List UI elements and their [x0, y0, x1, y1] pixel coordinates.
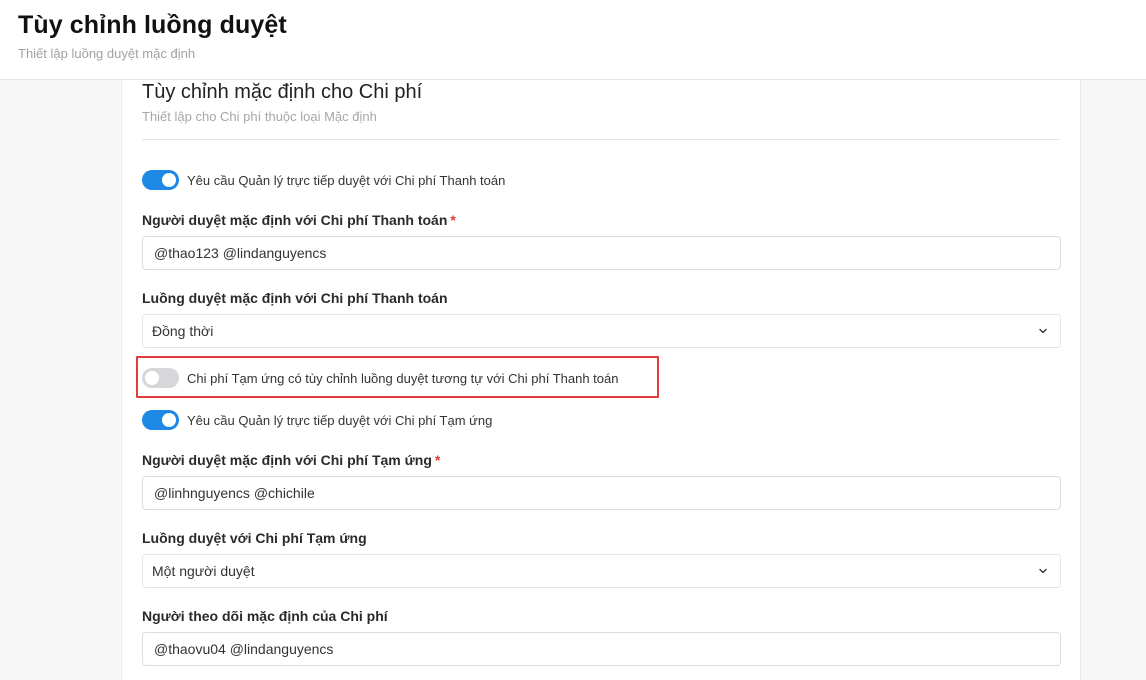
payment-flow-label: Luồng duyệt mặc định với Chi phí Thanh t…	[142, 290, 448, 306]
required-mark: *	[450, 212, 456, 228]
advance-flow-select[interactable]: Một người duyệt	[142, 554, 1061, 588]
toggle-label: Yêu cầu Quản lý trực tiếp duyệt với Chi …	[187, 172, 506, 188]
default-followers-label: Người theo dõi mặc định của Chi phí	[142, 608, 388, 624]
toggle-knob	[162, 173, 176, 187]
advance-approvers-label: Người duyệt mặc định với Chi phí Tạm ứng…	[142, 452, 440, 468]
page-header: Tùy chỉnh luồng duyệt Thiết lập luồng du…	[0, 0, 1146, 80]
toggle-row-advance-same: Chi phí Tạm ứng có tùy chỉnh luồng duyệt…	[142, 368, 618, 388]
toggle-knob	[162, 413, 176, 427]
advance-flow-value: Một người duyệt	[152, 563, 255, 579]
advance-flow-label: Luồng duyệt với Chi phí Tạm ứng	[142, 530, 367, 546]
payment-approvers-input[interactable]: @thao123 @lindanguyencs	[142, 236, 1061, 270]
card-subtitle: Thiết lập cho Chi phí thuộc loại Mặc địn…	[142, 109, 377, 124]
field-label-text: Người duyệt mặc định với Chi phí Tạm ứng	[142, 452, 432, 468]
page-title: Tùy chỉnh luồng duyệt	[18, 11, 287, 39]
toggle-row-manager-advance: Yêu cầu Quản lý trực tiếp duyệt với Chi …	[142, 410, 492, 430]
payment-flow-value: Đồng thời	[152, 323, 214, 339]
toggle-advance-same[interactable]	[142, 368, 179, 388]
toggle-label: Chi phí Tạm ứng có tùy chỉnh luồng duyệt…	[187, 370, 619, 386]
toggle-row-manager-payment: Yêu cầu Quản lý trực tiếp duyệt với Chi …	[142, 170, 505, 190]
payment-flow-select[interactable]: Đồng thời	[142, 314, 1061, 348]
required-mark: *	[434, 452, 441, 468]
default-followers-input[interactable]: @thaovu04 @lindanguyencs	[142, 632, 1061, 666]
chevron-down-icon	[1039, 328, 1047, 334]
page-subtitle: Thiết lập luồng duyệt mặc định	[18, 46, 196, 61]
toggle-manager-advance[interactable]	[142, 410, 179, 430]
payment-approvers-label: Người duyệt mặc định với Chi phí Thanh t…	[142, 212, 456, 228]
toggle-label: Yêu cầu Quản lý trực tiếp duyệt với Chi …	[187, 412, 493, 428]
toggle-manager-payment[interactable]	[142, 170, 179, 190]
advance-approvers-input[interactable]: @linhnguyencs @chichile	[142, 476, 1061, 510]
toggle-knob	[145, 371, 159, 385]
field-label-text: Người duyệt mặc định với Chi phí Thanh t…	[142, 212, 448, 228]
divider	[142, 139, 1060, 140]
settings-card: Tùy chỉnh mặc định cho Chi phí Thiết lập…	[121, 80, 1081, 680]
chevron-down-icon	[1039, 568, 1047, 574]
card-title: Tùy chỉnh mặc định cho Chi phí	[142, 81, 423, 103]
